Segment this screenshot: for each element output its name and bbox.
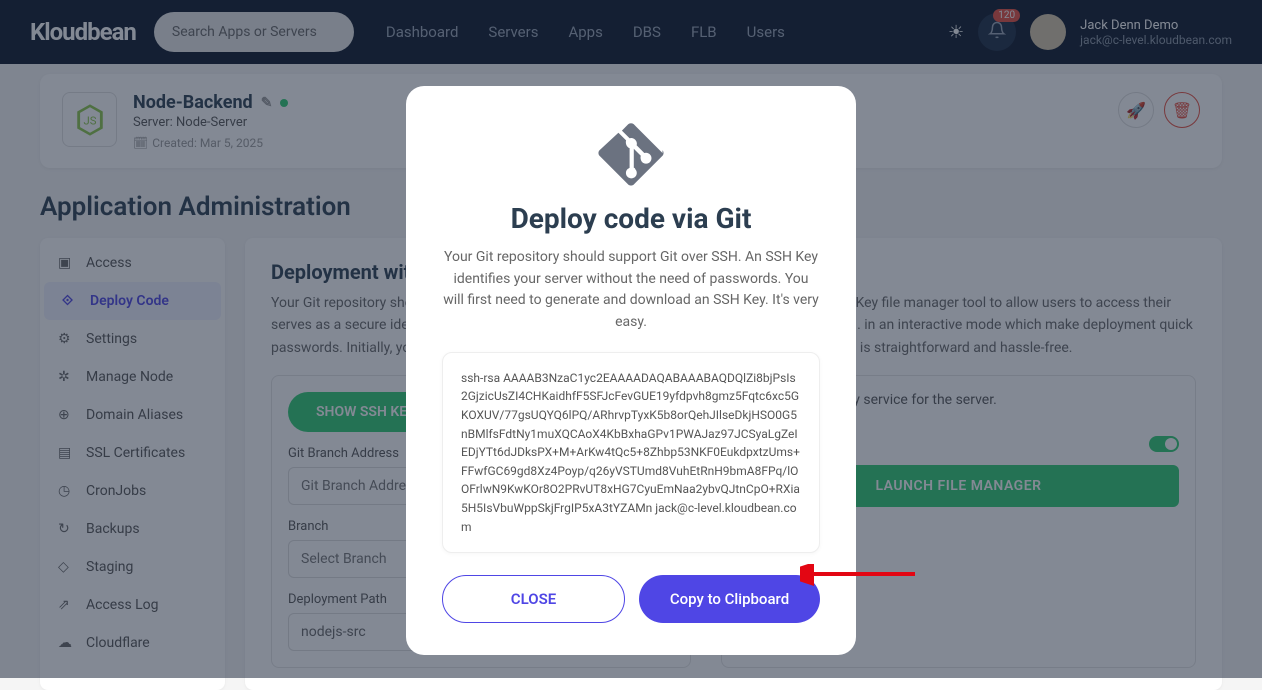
- modal-desc: Your Git repository should support Git o…: [442, 247, 820, 334]
- ssh-key-modal: Deploy code via Git Your Git repository …: [406, 86, 856, 655]
- git-icon: [596, 118, 666, 188]
- copy-to-clipboard-button[interactable]: Copy to Clipboard: [639, 575, 820, 623]
- ssh-key-box[interactable]: ssh-rsa AAAAB3NzaC1yc2EAAAADAQABAAABAQDQ…: [442, 352, 820, 553]
- modal-buttons: CLOSE Copy to Clipboard: [442, 575, 820, 623]
- modal-overlay: Deploy code via Git Your Git repository …: [0, 0, 1262, 678]
- close-button[interactable]: CLOSE: [442, 575, 625, 623]
- modal-title: Deploy code via Git: [442, 202, 820, 235]
